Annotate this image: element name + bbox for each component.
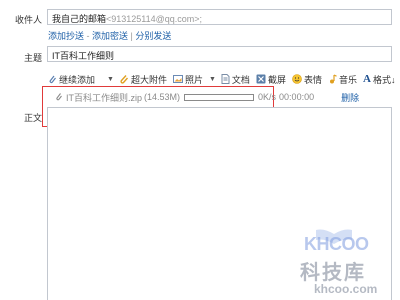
emoji-label: 表情: [303, 74, 322, 85]
subject-label: 主题: [23, 53, 42, 63]
large-attachment-label: 超大附件: [130, 74, 167, 85]
recipient-address: <913125114@qq.com>;: [106, 14, 203, 24]
format-button[interactable]: A 格式↓: [363, 73, 395, 86]
scissors-icon: [256, 74, 266, 84]
format-a-icon: A: [362, 73, 371, 85]
chevron-down-icon[interactable]: ▼: [107, 76, 114, 83]
watermark-logo: KHCOO: [304, 234, 369, 254]
emoji-button[interactable]: 表情: [292, 73, 322, 86]
recipient-name[interactable]: 我自己的邮箱: [52, 14, 106, 24]
continue-add-label: 继续添加: [59, 74, 96, 85]
photo-icon: [172, 75, 183, 83]
music-label: 音乐: [338, 74, 357, 85]
large-paperclip-icon: [120, 75, 128, 84]
upload-eta: 00:00:00: [279, 92, 315, 102]
attachment-paperclip-icon: [56, 93, 62, 101]
add-cc-link[interactable]: 添加抄送: [48, 31, 84, 41]
music-note-icon: [329, 74, 337, 84]
music-button[interactable]: 音乐: [328, 73, 357, 86]
watermark-url: khcoo.com: [314, 282, 378, 296]
separate-send-link[interactable]: 分别发送: [135, 31, 171, 41]
watermark-name: 科技库: [300, 262, 366, 284]
add-bcc-link[interactable]: 添加密送: [92, 31, 128, 41]
subject-field[interactable]: IT百科工作细则: [47, 46, 392, 62]
smiley-icon: [292, 74, 302, 84]
recipient-field[interactable]: 我自己的邮箱<913125114@qq.com>;: [47, 9, 392, 25]
photo-chevron-down-icon[interactable]: ▼: [209, 76, 216, 83]
toolbar: 继续添加 ▼ 超大附件 照片 ▼ 文档 截屏 表情 音乐 A 格式↓: [48, 72, 395, 86]
delete-attachment-link[interactable]: 删除: [341, 91, 359, 104]
photo-label: 照片: [184, 74, 203, 85]
large-attachment-button[interactable]: 超大附件: [119, 73, 167, 86]
upload-rate: 0K/s: [258, 92, 277, 102]
document-label: 文档: [231, 74, 250, 85]
screenshot-button[interactable]: 截屏: [256, 73, 286, 86]
watermark: KHCOO 科技库 khcoo.com: [296, 226, 396, 298]
continue-add-button[interactable]: 继续添加: [48, 73, 95, 86]
cc-links: 添加抄送 - 添加密送 | 分别发送: [48, 29, 171, 42]
screenshot-label: 截屏: [267, 74, 286, 85]
attachment-row: IT百科工作细则.zip (14.53M) 0K/s 00:00:00 删除: [55, 91, 370, 103]
paperclip-icon: [49, 75, 56, 84]
subject-value: IT百科工作细则: [52, 51, 114, 61]
format-label: 格式↓: [372, 74, 396, 85]
attachment-size: (14.53M): [144, 92, 181, 102]
upload-progress-bar: [184, 93, 255, 101]
body-label: 正文: [23, 113, 42, 123]
document-button[interactable]: 文档: [221, 73, 250, 86]
document-icon: [221, 74, 230, 84]
recipient-label: 收件人: [14, 15, 42, 25]
photo-button[interactable]: 照片: [172, 73, 203, 86]
attachment-filename: IT百科工作细则.zip: [66, 92, 143, 103]
cc-separator: -: [84, 31, 93, 41]
